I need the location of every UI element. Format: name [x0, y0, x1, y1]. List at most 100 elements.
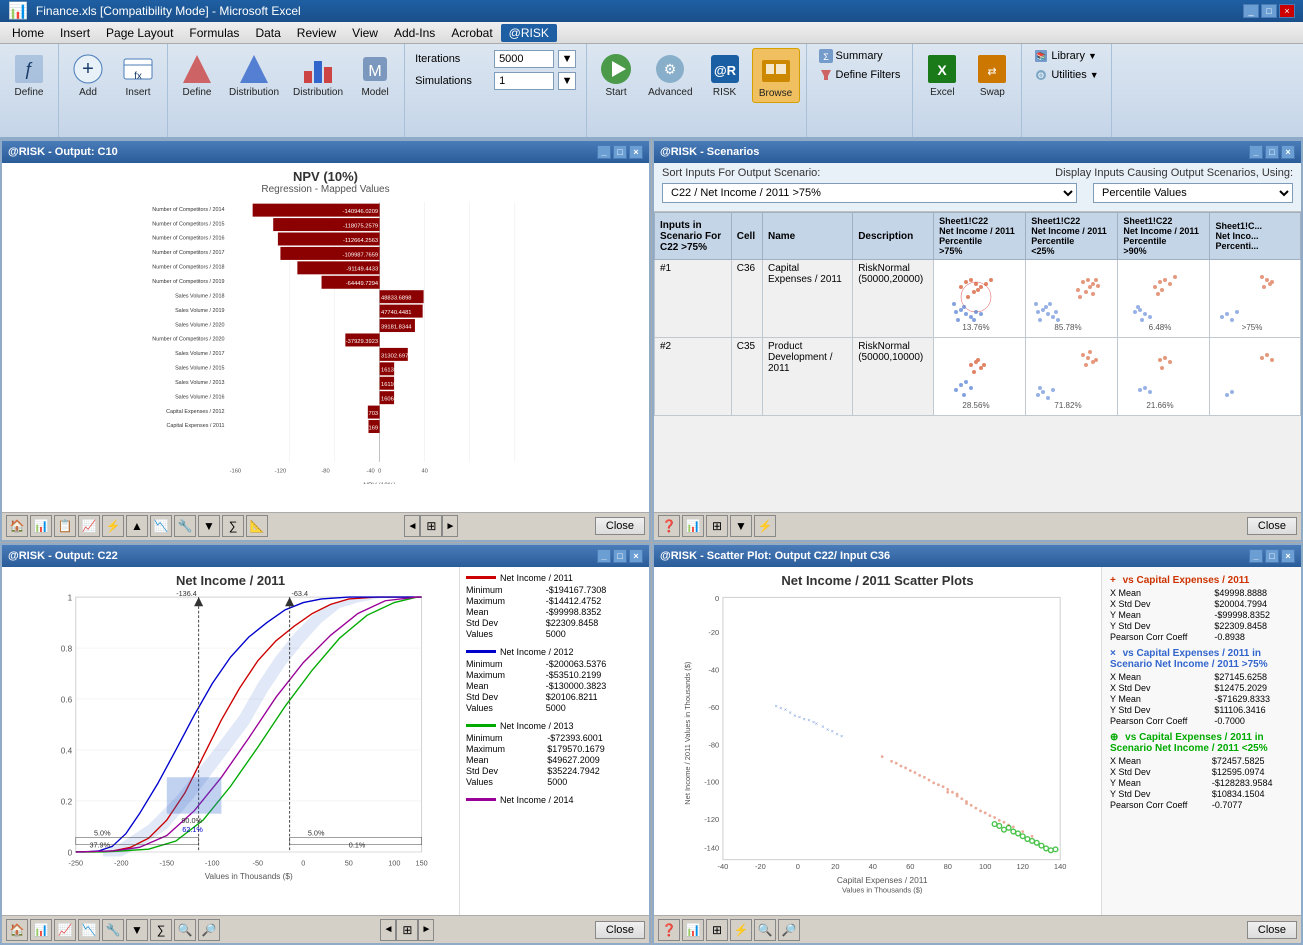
scatter-icon-4[interactable]: ⚡	[730, 919, 752, 941]
insert-button[interactable]: fx Insert	[115, 48, 161, 101]
library-button[interactable]: 📚 Library ▼	[1028, 48, 1104, 64]
menu-risk[interactable]: @RISK	[501, 24, 557, 42]
menu-view[interactable]: View	[344, 24, 386, 42]
c10-icon-4[interactable]: 📈	[78, 515, 100, 537]
scenarios-icon-2[interactable]: 📊	[682, 515, 704, 537]
c22-icon-5[interactable]: 🔧	[102, 919, 124, 941]
c10-icon-9[interactable]: ▼	[198, 515, 220, 537]
risk-button[interactable]: @R RISK	[702, 48, 748, 101]
panel-scenarios-maximize[interactable]: □	[1265, 145, 1279, 159]
scatter-icon-3[interactable]: ⊞	[706, 919, 728, 941]
menu-review[interactable]: Review	[289, 24, 344, 42]
scenarios-icon-1[interactable]: ❓	[658, 515, 680, 537]
minimize-button[interactable]: _	[1243, 4, 1259, 18]
excel-button[interactable]: X Excel	[919, 48, 965, 101]
c22-icon-8[interactable]: 🔍	[174, 919, 196, 941]
panel-c10-close[interactable]: ×	[629, 145, 643, 159]
scatter-icon-6[interactable]: 🔎	[778, 919, 800, 941]
c22-scroll-right[interactable]: ►	[418, 919, 434, 941]
c22-icon-3[interactable]: 📈	[54, 919, 76, 941]
menu-page-layout[interactable]: Page Layout	[98, 24, 181, 42]
add-button[interactable]: + Add	[65, 48, 111, 101]
c10-scroll-right[interactable]: ►	[442, 515, 458, 537]
distribution2-button[interactable]: Distribution	[288, 48, 348, 101]
c10-scroll-left[interactable]: ◄	[404, 515, 420, 537]
c22-icon-4[interactable]: 📉	[78, 919, 100, 941]
panel-scenarios-close[interactable]: ×	[1281, 145, 1295, 159]
c22-cdf-legend: Net Income / 2011 Minimum-$194167.7308 M…	[459, 567, 649, 916]
swap-button[interactable]: ⇄ Swap	[969, 48, 1015, 101]
panel-scatter-minimize[interactable]: _	[1249, 549, 1263, 563]
panel-scenarios-minimize[interactable]: _	[1249, 145, 1263, 159]
menu-addins[interactable]: Add-Ins	[386, 24, 443, 42]
c10-icon-10[interactable]: ∑	[222, 515, 244, 537]
menu-acrobat[interactable]: Acrobat	[443, 24, 500, 42]
c10-icon-5[interactable]: ⚡	[102, 515, 124, 537]
distribution1-button[interactable]: Distribution	[224, 48, 284, 101]
c22-scroll-left[interactable]: ◄	[380, 919, 396, 941]
scenarios-icon-4[interactable]: ▼	[730, 515, 752, 537]
panel-scatter-close[interactable]: ×	[1281, 549, 1295, 563]
panel-c22-minimize[interactable]: _	[597, 549, 611, 563]
svg-text:60: 60	[906, 862, 914, 871]
c10-close-button[interactable]: Close	[595, 517, 645, 535]
iterations-input[interactable]	[494, 50, 554, 68]
scatter-icon-5[interactable]: 🔍	[754, 919, 776, 941]
c10-icon-2[interactable]: 📊	[30, 515, 52, 537]
panel-scatter-maximize[interactable]: □	[1265, 549, 1279, 563]
c22-icon-9[interactable]: 🔎	[198, 919, 220, 941]
menu-data[interactable]: Data	[247, 24, 288, 42]
advanced-button[interactable]: ⚙ Advanced	[643, 48, 697, 101]
scatter-legend-3: ⊕ vs Capital Expenses / 2011 in Scenario…	[1110, 732, 1293, 810]
svg-text:-37929.3923: -37929.3923	[346, 339, 378, 345]
scatter-icon-2[interactable]: 📊	[682, 919, 704, 941]
svg-text:-120: -120	[275, 469, 287, 475]
scenarios-output-dropdown[interactable]: C22 / Net Income / 2011 >75%	[662, 183, 1077, 203]
c10-icon-11[interactable]: 📐	[246, 515, 268, 537]
model-button[interactable]: M Model	[352, 48, 398, 101]
simulations-input[interactable]	[494, 72, 554, 90]
panel-c10-minimize[interactable]: _	[597, 145, 611, 159]
c22-scroll-middle[interactable]: ⊞	[396, 919, 418, 941]
define-button[interactable]: ƒ Define	[6, 48, 52, 101]
c22-icon-6[interactable]: ▼	[126, 919, 148, 941]
menu-formulas[interactable]: Formulas	[181, 24, 247, 42]
c22-icon-1[interactable]: 🏠	[6, 919, 28, 941]
utilities-button[interactable]: ⚙ Utilities ▼	[1028, 67, 1104, 83]
svg-text:@R: @R	[714, 63, 737, 78]
define2-button[interactable]: Define	[174, 48, 220, 101]
scenarios-icon-3[interactable]: ⊞	[706, 515, 728, 537]
scenarios-close-button[interactable]: Close	[1247, 517, 1297, 535]
c10-icon-6[interactable]: ▲	[126, 515, 148, 537]
scenarios-icon-5[interactable]: ⚡	[754, 515, 776, 537]
c10-icon-3[interactable]: 📋	[54, 515, 76, 537]
menu-insert[interactable]: Insert	[52, 24, 98, 42]
c22-close-button[interactable]: Close	[595, 921, 645, 939]
scenarios-display-dropdown[interactable]: Percentile Values	[1093, 183, 1293, 203]
c22-icon-7[interactable]: ∑	[150, 919, 172, 941]
panel-c22-maximize[interactable]: □	[613, 549, 627, 563]
scenarios-name-1: CapitalExpenses / 2011	[763, 260, 853, 338]
c10-icon-1[interactable]: 🏠	[6, 515, 28, 537]
start-button[interactable]: Start	[593, 48, 639, 101]
iterations-dropdown[interactable]: ▼	[558, 50, 576, 68]
menu-home[interactable]: Home	[4, 24, 52, 42]
c10-icon-7[interactable]: 📉	[150, 515, 172, 537]
summary-button[interactable]: Σ Summary	[813, 48, 907, 64]
scenarios-col-desc: Description	[853, 213, 934, 260]
panel-c10-maximize[interactable]: □	[613, 145, 627, 159]
panel-c22-close[interactable]: ×	[629, 549, 643, 563]
c22-chart-title: Net Income / 2011	[2, 567, 459, 588]
scatter-icon-1[interactable]: ❓	[658, 919, 680, 941]
c10-scroll-middle[interactable]: ⊞	[420, 515, 442, 537]
define-filters-button[interactable]: Define Filters	[813, 67, 907, 83]
simulations-dropdown[interactable]: ▼	[558, 72, 576, 90]
sl1-ystd: $22309.8458	[1214, 621, 1293, 631]
browse-button[interactable]: Browse	[752, 48, 800, 103]
close-button[interactable]: ×	[1279, 4, 1295, 18]
scatter-close-button[interactable]: Close	[1247, 921, 1297, 939]
advanced-label: Advanced	[648, 87, 692, 98]
c22-icon-2[interactable]: 📊	[30, 919, 52, 941]
maximize-button[interactable]: □	[1261, 4, 1277, 18]
c10-icon-8[interactable]: 🔧	[174, 515, 196, 537]
